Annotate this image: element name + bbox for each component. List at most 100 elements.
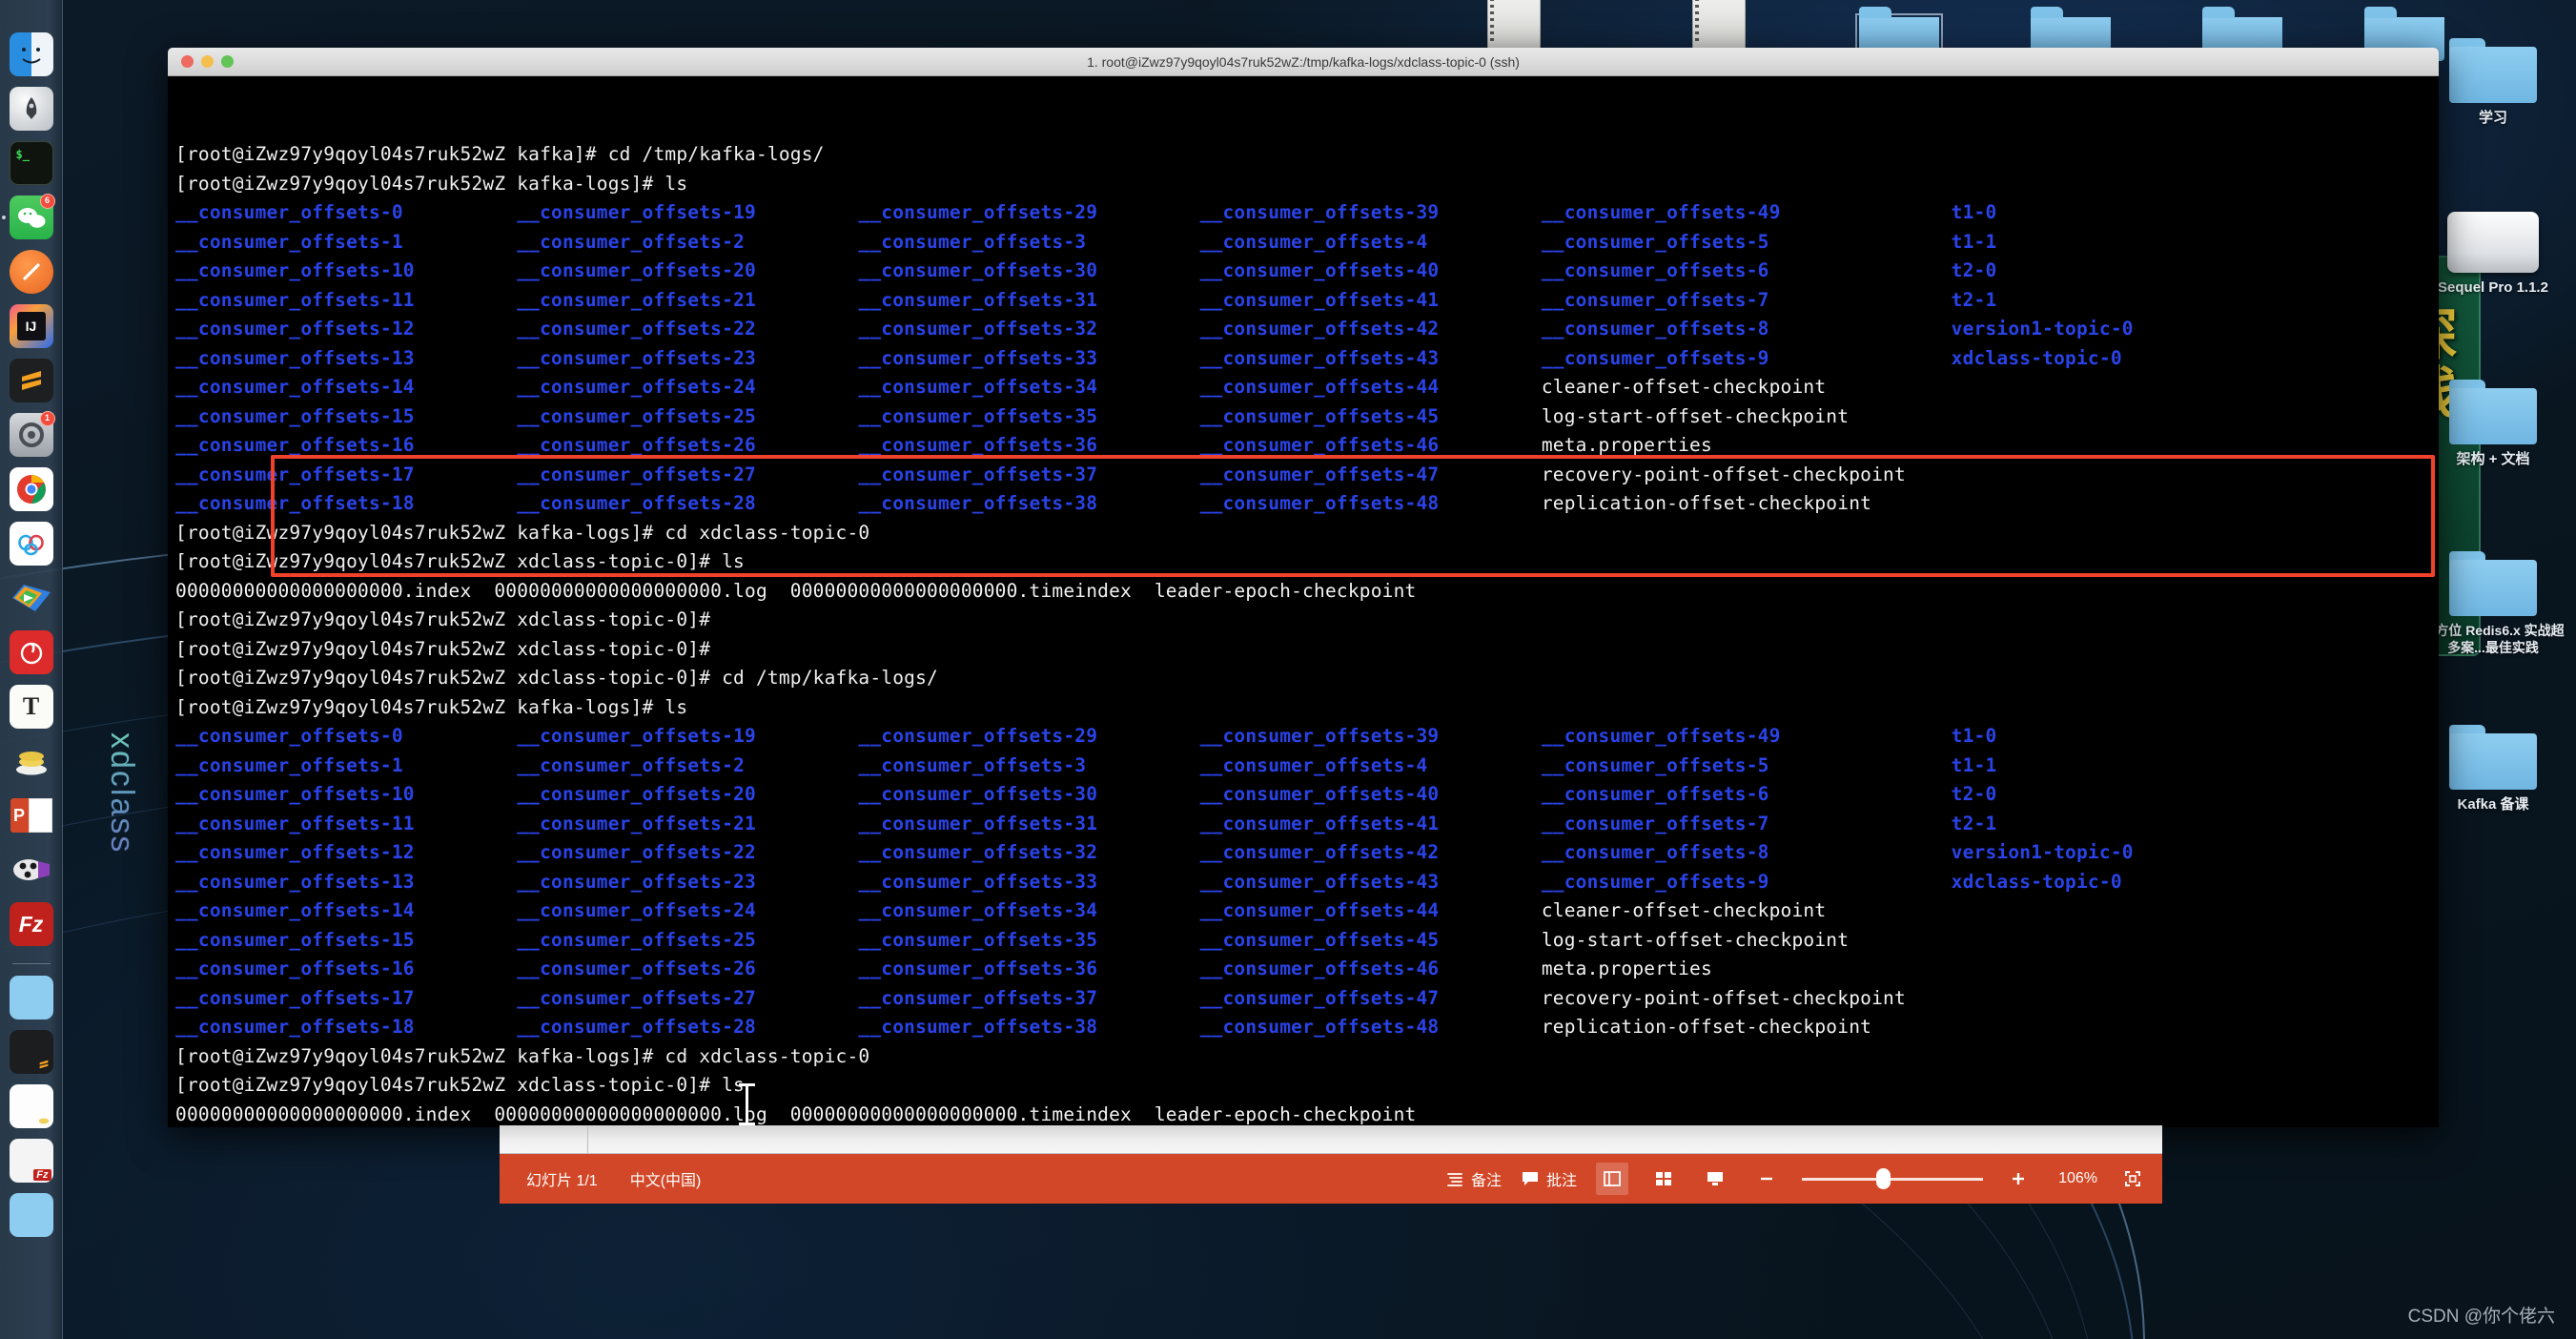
dock-item-safari-icon[interactable] <box>9 250 53 294</box>
directory-entry: __consumer_offsets-5 <box>1541 230 1952 253</box>
desktop-icon-jiagou-wendang[interactable]: 架构 + 文档 <box>2422 380 2565 469</box>
file-entry: 00000000000000000000.index 0000000000000… <box>175 1102 1417 1125</box>
prompt-text: [root@iZwz97y9qoyl04s7ruk52wZ kafka-logs… <box>175 172 688 195</box>
dock-item-typora-icon[interactable]: T <box>9 685 53 729</box>
directory-entry: __consumer_offsets-23 <box>517 870 859 893</box>
directory-entry: __consumer_offsets-13 <box>175 346 518 369</box>
dock-minimized-filezilla-window-icon[interactable]: Fz <box>9 1139 53 1183</box>
prompt-text: [root@iZwz97y9qoyl04s7ruk52wZ kafka-logs… <box>175 1044 870 1067</box>
desktop-icon-sequel-pro[interactable]: Sequel Pro 1.1.2 <box>2422 212 2565 298</box>
dock-minimized-navicat-window-icon[interactable] <box>9 1084 53 1128</box>
directory-entry: __consumer_offsets-36 <box>858 434 1200 456</box>
directory-entry: __consumer_offsets-34 <box>858 376 1200 398</box>
dock-item-baidu-netdisk-icon[interactable] <box>9 522 53 566</box>
dock-item-terminal-icon[interactable]: $_ <box>9 141 53 185</box>
powerpoint-window[interactable]: 幻灯片 1/1 中文(中国) 备注 批注 106% <box>500 1125 2162 1204</box>
desktop-icon-label: 架构 + 文档 <box>2456 451 2530 467</box>
directory-entry: __consumer_offsets-39 <box>1199 201 1542 223</box>
terminal-line: __consumer_offsets-16 __consumer_offsets… <box>175 955 2439 984</box>
directory-entry: __consumer_offsets-22 <box>517 318 859 340</box>
dock-item-intellij-idea-icon[interactable]: IJ <box>9 304 53 348</box>
dock-item-netease-music-icon[interactable] <box>9 630 53 674</box>
prompt-text: [root@iZwz97y9qoyl04s7ruk52wZ xdclass-to… <box>175 1074 745 1096</box>
dock[interactable]: $_ 6 IJ 1 T P Fz Fz <box>0 0 63 1339</box>
powerpoint-status-bar[interactable]: 幻灯片 1/1 中文(中国) 备注 批注 106% <box>500 1154 2162 1204</box>
prompt-text: [root@iZwz97y9qoyl04s7ruk52wZ kafka]# cd… <box>175 143 825 165</box>
dock-item-finder-icon[interactable] <box>9 32 53 76</box>
mouse-cursor-ibeam <box>739 1083 755 1125</box>
dock-item-video-editor-icon[interactable] <box>10 848 53 892</box>
dock-item-system-preferences-icon[interactable]: 1 <box>9 411 55 457</box>
dock-item-sublime-text-icon[interactable] <box>9 359 53 402</box>
directory-entry: __consumer_offsets-7 <box>1541 812 1952 834</box>
dock-item-powerpoint-icon[interactable]: P <box>10 793 53 837</box>
directory-entry: t2-0 <box>1951 783 1997 805</box>
directory-entry: __consumer_offsets-40 <box>1199 259 1542 281</box>
dock-minimized-extra-icon[interactable] <box>9 1193 53 1237</box>
dock-minimized-sublime-window-icon[interactable] <box>9 1030 53 1074</box>
directory-entry: __consumer_offsets-11 <box>175 288 518 311</box>
file-entry: log-start-offset-checkpoint <box>1541 404 1850 427</box>
zoom-out-button[interactable] <box>1750 1163 1783 1195</box>
directory-entry: t2-1 <box>1951 812 1997 834</box>
directory-entry: __consumer_offsets-35 <box>858 404 1200 427</box>
terminal-line: __consumer_offsets-13 __consumer_offsets… <box>175 344 2439 374</box>
directory-entry: __consumer_offsets-27 <box>517 463 859 485</box>
directory-entry: __consumer_offsets-28 <box>517 492 859 514</box>
directory-entry: __consumer_offsets-29 <box>858 725 1200 747</box>
dock-item-launchpad-icon[interactable] <box>9 87 53 131</box>
directory-entry: __consumer_offsets-8 <box>1541 841 1952 863</box>
directory-entry: __consumer_offsets-39 <box>1199 725 1542 747</box>
directory-entry: __consumer_offsets-0 <box>175 725 518 747</box>
terminal-line: __consumer_offsets-14 __consumer_offsets… <box>175 373 2439 402</box>
zoom-in-button[interactable] <box>2002 1163 2034 1195</box>
dock-divider <box>11 963 51 964</box>
language-indicator[interactable]: 中文(中国) <box>630 1167 702 1190</box>
normal-view-button[interactable] <box>1596 1163 1628 1195</box>
dock-minimized-downloads-folder-icon[interactable] <box>9 976 53 1020</box>
file-entry: replication-offset-checkpoint <box>1541 1016 1872 1038</box>
dock-item-media-player-icon[interactable] <box>10 576 53 620</box>
directory-entry: __consumer_offsets-2 <box>517 230 859 253</box>
zoom-track <box>1802 1177 1983 1181</box>
directory-entry: t2-0 <box>1951 259 1997 281</box>
terminal-titlebar[interactable]: 1. root@iZwz97y9qoyl04s7ruk52wZ:/tmp/kaf… <box>168 48 2439 76</box>
directory-entry: __consumer_offsets-15 <box>175 404 518 427</box>
directory-entry: __consumer_offsets-24 <box>517 376 859 398</box>
powerpoint-slide-area <box>500 1125 2162 1154</box>
slide-indicator[interactable]: 幻灯片 1/1 <box>526 1167 598 1190</box>
dock-item-google-chrome-icon[interactable] <box>9 467 53 511</box>
desktop-icon-redis-course[interactable]: 全方位 Redis6.x 实战超多案...最佳实践 <box>2422 551 2565 656</box>
desktop-icon-xuexi[interactable]: 学习 <box>2422 38 2565 128</box>
terminal-line: __consumer_offsets-17 __consumer_offsets… <box>175 461 2439 490</box>
zoom-slider[interactable] <box>1802 1163 1983 1195</box>
notes-button[interactable]: 备注 <box>1445 1167 1502 1190</box>
zoom-handle[interactable] <box>1876 1168 1891 1189</box>
directory-entry: __consumer_offsets-9 <box>1541 870 1952 893</box>
desktop-document-icon[interactable] <box>1487 0 1541 52</box>
desktop-icon-kafka-beike[interactable]: Kafka 备课 <box>2422 725 2565 814</box>
directory-entry: __consumer_offsets-21 <box>517 812 859 834</box>
desktop-document-icon[interactable] <box>1692 0 1746 52</box>
reading-view-icon <box>1706 1170 1725 1187</box>
directory-entry: __consumer_offsets-36 <box>858 958 1200 979</box>
dock-item-filezilla-icon[interactable]: Fz <box>9 902 53 946</box>
directory-entry: __consumer_offsets-5 <box>1541 753 1952 776</box>
terminal-output[interactable]: [root@iZwz97y9qoyl04s7ruk52wZ kafka]# cd… <box>168 76 2439 1127</box>
directory-entry: __consumer_offsets-12 <box>175 841 518 863</box>
terminal-line: __consumer_offsets-15 __consumer_offsets… <box>175 402 2439 432</box>
running-indicator <box>1 216 6 219</box>
comments-button[interactable]: 批注 <box>1521 1167 1577 1190</box>
slide-sorter-button[interactable] <box>1647 1163 1680 1195</box>
terminal-line: __consumer_offsets-18 __consumer_offsets… <box>175 1013 2439 1042</box>
directory-entry: __consumer_offsets-11 <box>175 812 518 834</box>
reading-view-button[interactable] <box>1699 1163 1731 1195</box>
dock-item-navicat-icon[interactable] <box>10 739 53 783</box>
fit-to-window-button[interactable] <box>2116 1163 2149 1195</box>
dock-item-wechat-icon[interactable]: 6 <box>1 194 55 239</box>
minus-icon <box>1758 1170 1775 1187</box>
directory-entry: __consumer_offsets-22 <box>517 841 859 863</box>
terminal-line: __consumer_offsets-11 __consumer_offsets… <box>175 286 2439 316</box>
terminal-window[interactable]: 1. root@iZwz97y9qoyl04s7ruk52wZ:/tmp/kaf… <box>168 48 2439 1127</box>
directory-entry: __consumer_offsets-7 <box>1541 288 1952 311</box>
